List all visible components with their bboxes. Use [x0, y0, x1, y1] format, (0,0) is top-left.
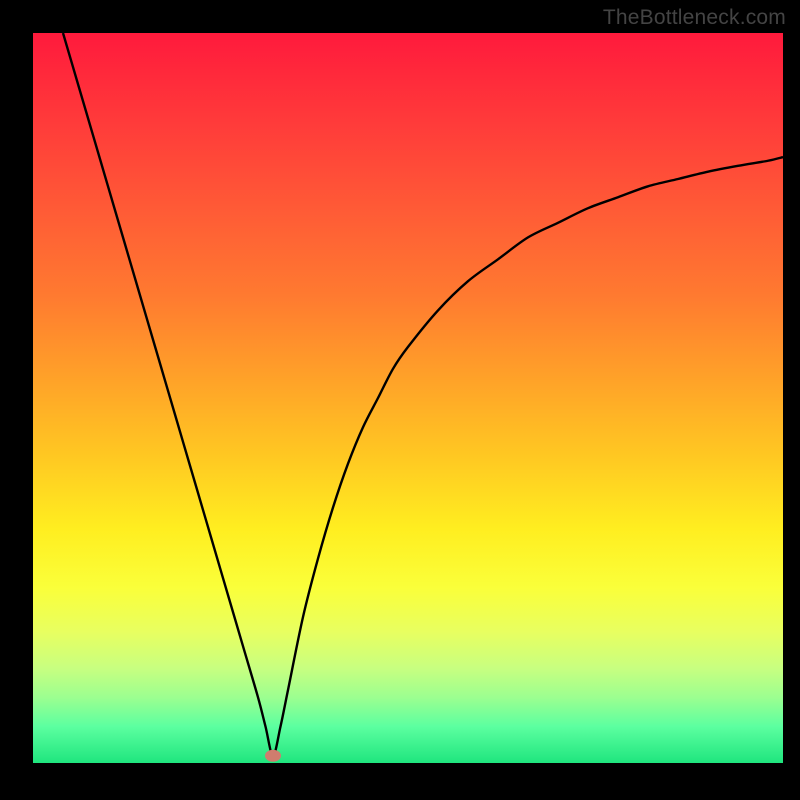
optimal-point-marker — [265, 750, 281, 762]
chart-frame: TheBottleneck.com — [0, 0, 800, 800]
plot-area — [33, 33, 783, 763]
curve-line — [63, 33, 783, 756]
bottleneck-curve — [33, 33, 783, 763]
watermark-text: TheBottleneck.com — [603, 6, 786, 30]
